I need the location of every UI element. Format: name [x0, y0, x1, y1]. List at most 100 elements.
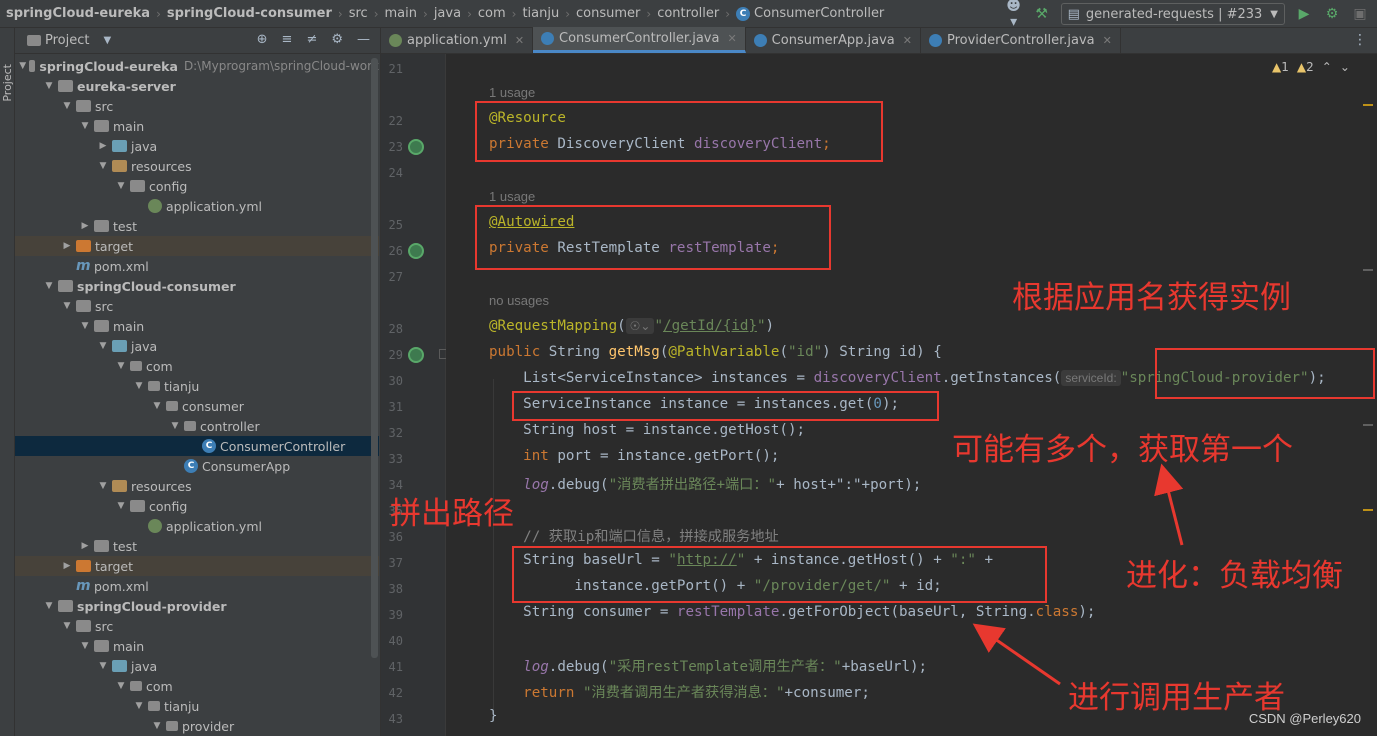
line-number[interactable]: 21 — [381, 62, 403, 76]
bean-navigation-icon[interactable] — [408, 139, 424, 155]
tree-item[interactable]: ▼ resources — [15, 156, 379, 176]
line-number[interactable]: 26 — [381, 244, 403, 258]
tree-item[interactable]: ▶ target — [15, 556, 379, 576]
chevron-down-icon[interactable]: ▼ — [115, 361, 127, 371]
tree-item[interactable]: ▼ main — [15, 116, 379, 136]
line-number[interactable]: 33 — [381, 452, 403, 466]
tree-item[interactable]: ▼ eureka-server — [15, 76, 379, 96]
close-icon[interactable]: ✕ — [727, 32, 736, 45]
line-number[interactable]: 30 — [381, 374, 403, 388]
globe-icon[interactable]: ☉⌄ — [625, 318, 655, 334]
tree-item[interactable]: ▼ resources — [15, 476, 379, 496]
tree-item[interactable]: application.yml — [15, 196, 379, 216]
collapse-all-icon[interactable]: ≠ — [306, 32, 317, 47]
line-number[interactable]: 40 — [381, 634, 403, 648]
tree-item[interactable]: ▼ java — [15, 336, 379, 356]
line-number[interactable]: 23 — [381, 140, 403, 154]
tree-item[interactable]: ▼ springCloud-consumer — [15, 276, 379, 296]
line-number[interactable]: 28 — [381, 322, 403, 336]
hide-icon[interactable]: — — [357, 32, 370, 47]
tree-item[interactable]: application.yml — [15, 516, 379, 536]
tree-item[interactable]: ▶ target — [15, 236, 379, 256]
more-options-icon[interactable]: ⋮ — [1353, 32, 1367, 48]
locate-icon[interactable]: ⊕ — [257, 32, 268, 47]
tree-item[interactable]: ▼ consumer — [15, 396, 379, 416]
close-icon[interactable]: ✕ — [515, 34, 524, 47]
breadcrumb-item[interactable]: springCloud-consumer — [167, 6, 332, 21]
inspection-widget[interactable]: ▲1 ▲2 ⌃ ⌄ — [1272, 60, 1350, 74]
tree-item[interactable]: m pom.xml — [15, 576, 379, 596]
run-icon[interactable]: ▶ — [1295, 6, 1313, 22]
chevron-down-icon[interactable]: ▼ — [103, 35, 111, 46]
breadcrumb-item[interactable]: ConsumerController — [754, 6, 884, 21]
breadcrumb-item[interactable]: java — [434, 6, 461, 21]
tree-item[interactable]: ▼ springCloud-provider — [15, 596, 379, 616]
chevron-down-icon[interactable]: ▼ — [43, 601, 55, 611]
gear-icon[interactable]: ⚙ — [331, 32, 343, 47]
chevron-right-icon[interactable]: ▶ — [61, 241, 73, 251]
tree-item[interactable]: ▼ src — [15, 616, 379, 636]
warning-marker[interactable] — [1363, 509, 1373, 511]
chevron-down-icon[interactable]: ▼ — [151, 401, 163, 411]
tree-item[interactable]: C ConsumerController — [15, 436, 379, 456]
project-tool-button[interactable]: Project — [1, 64, 14, 102]
bean-navigation-icon[interactable] — [408, 243, 424, 259]
line-number[interactable]: 25 — [381, 218, 403, 232]
tree-item[interactable]: ▼ provider — [15, 716, 379, 736]
tree-item[interactable]: ▼ main — [15, 316, 379, 336]
usage-hint[interactable]: 1 usage — [489, 189, 535, 204]
run-configuration-select[interactable]: ▤ generated-requests | #233 ▼ — [1060, 3, 1285, 25]
line-number[interactable]: 39 — [381, 608, 403, 622]
line-number[interactable]: 31 — [381, 400, 403, 414]
editor-tab[interactable]: ConsumerController.java ✕ — [533, 27, 746, 53]
chevron-right-icon[interactable]: ▶ — [79, 221, 91, 231]
chevron-down-icon[interactable]: ▼ — [133, 701, 145, 711]
tree-item[interactable]: ▼ tianju — [15, 696, 379, 716]
close-icon[interactable]: ✕ — [903, 34, 912, 47]
close-icon[interactable]: ✕ — [1103, 34, 1112, 47]
editor-tab[interactable]: ConsumerApp.java ✕ — [746, 27, 921, 53]
tree-item[interactable]: ▼ java — [15, 656, 379, 676]
chevron-down-icon[interactable]: ▼ — [115, 181, 127, 191]
chevron-right-icon[interactable]: ▶ — [79, 541, 91, 551]
chevron-down-icon[interactable]: ▼ — [79, 321, 91, 331]
tree-item[interactable]: ▼ main — [15, 636, 379, 656]
warning-marker[interactable] — [1363, 104, 1373, 106]
chevron-up-icon[interactable]: ⌃ — [1322, 60, 1332, 74]
line-number[interactable]: 22 — [381, 114, 403, 128]
tree-item[interactable]: ▼ com — [15, 676, 379, 696]
tree-item[interactable]: ▼ config — [15, 176, 379, 196]
user-icon[interactable]: ☻▾ — [1005, 0, 1023, 30]
tree-item[interactable]: ▶ test — [15, 216, 379, 236]
build-hammer-icon[interactable]: ⚒ — [1033, 6, 1051, 22]
chevron-right-icon[interactable]: ▶ — [61, 561, 73, 571]
line-number[interactable]: 24 — [381, 166, 403, 180]
line-number[interactable]: 29 — [381, 348, 403, 362]
breadcrumb-item[interactable]: src — [349, 6, 368, 21]
debug-icon[interactable]: ⚙ — [1323, 6, 1341, 22]
tree-item[interactable]: ▼ tianju — [15, 376, 379, 396]
chevron-right-icon[interactable]: ▶ — [97, 141, 109, 151]
line-number[interactable]: 43 — [381, 712, 403, 726]
breadcrumb-item[interactable]: com — [478, 6, 506, 21]
breadcrumb-item[interactable]: controller — [657, 6, 719, 21]
line-number[interactable]: 32 — [381, 426, 403, 440]
chevron-down-icon[interactable]: ▼ — [61, 621, 73, 631]
tree-item[interactable]: ▶ test — [15, 536, 379, 556]
chevron-down-icon[interactable]: ▼ — [115, 681, 127, 691]
tree-item[interactable]: C ConsumerApp — [15, 456, 379, 476]
tree-item[interactable]: ▼ src — [15, 96, 379, 116]
tree-item[interactable]: ▼ controller — [15, 416, 379, 436]
editor-tab[interactable]: application.yml ✕ — [381, 27, 534, 53]
tree-item[interactable]: ▼ com — [15, 356, 379, 376]
chevron-down-icon[interactable]: ▼ — [61, 101, 73, 111]
tree-item[interactable]: m pom.xml — [15, 256, 379, 276]
chevron-down-icon[interactable]: ▼ — [79, 641, 91, 651]
line-number[interactable]: 37 — [381, 556, 403, 570]
line-number[interactable]: 41 — [381, 660, 403, 674]
chevron-down-icon[interactable]: ▼ — [43, 281, 55, 291]
chevron-down-icon[interactable]: ▼ — [43, 81, 55, 91]
chevron-down-icon[interactable]: ▼ — [61, 301, 73, 311]
project-scrollbar[interactable] — [371, 58, 378, 658]
tree-item[interactable]: ▼ config — [15, 496, 379, 516]
